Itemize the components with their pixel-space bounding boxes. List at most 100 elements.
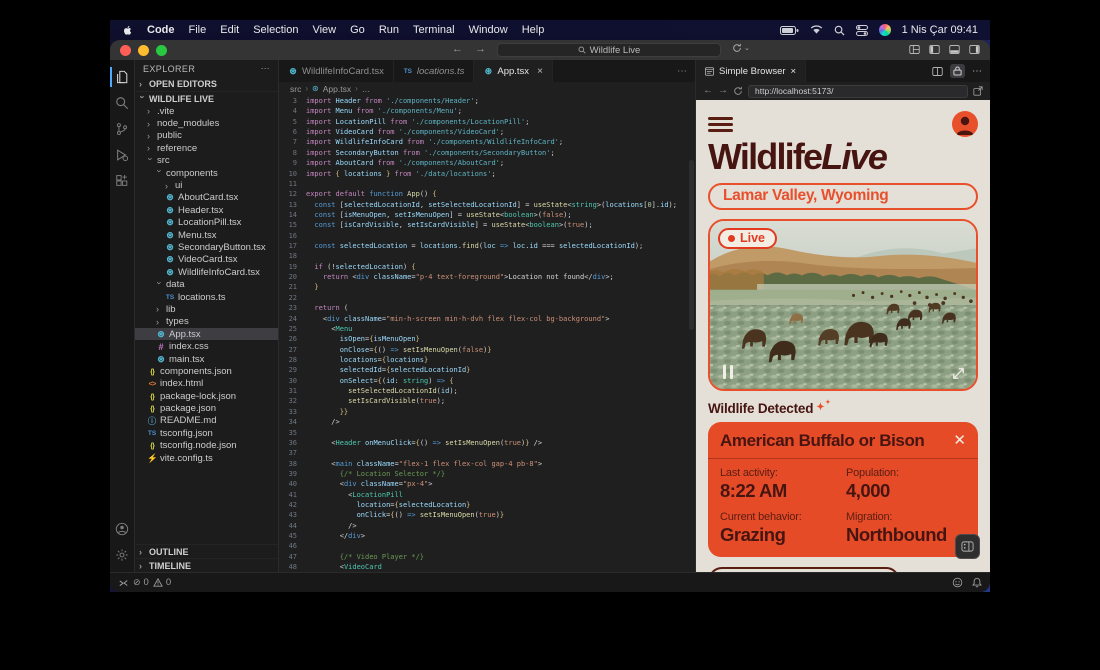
menubar-item-terminal[interactable]: Terminal: [413, 24, 455, 36]
problems-errors[interactable]: ⊘0: [133, 577, 149, 588]
browser-reload-icon[interactable]: [733, 86, 743, 96]
code-line-40[interactable]: 40 <div className="px-4">: [279, 479, 695, 489]
file-tree-item-lib[interactable]: ›lib: [135, 303, 278, 315]
file-tree-item-package-json[interactable]: {}package.json: [135, 402, 278, 414]
code-line-23[interactable]: 23 return (: [279, 303, 695, 313]
menubar-item-view[interactable]: View: [312, 24, 336, 36]
file-tree-item--vite[interactable]: ›.vite: [135, 105, 278, 117]
editor-tab-app-tsx[interactable]: ⊛App.tsx×: [474, 60, 553, 82]
code-line-10[interactable]: 10import { locations } from './data/loca…: [279, 169, 695, 179]
code-line-36[interactable]: 36 <Header onMenuClick={() => setIsMenuO…: [279, 438, 695, 448]
code-line-11[interactable]: 11: [279, 179, 695, 189]
file-tree-item-locationpill-tsx[interactable]: ⊛LocationPill.tsx: [135, 217, 278, 229]
explorer-view-icon[interactable]: [110, 64, 135, 90]
timeline-section[interactable]: ›TIMELINE: [135, 558, 278, 572]
siri-icon[interactable]: [879, 24, 891, 36]
search-view-icon[interactable]: [110, 90, 135, 116]
lock-icon[interactable]: [950, 64, 965, 78]
control-center-icon[interactable]: [856, 25, 868, 36]
code-line-38[interactable]: 38 <main className="flex-1 flex flex-col…: [279, 459, 695, 469]
code-line-42[interactable]: 42 location={selectedLocation}: [279, 500, 695, 510]
accounts-icon[interactable]: [110, 516, 135, 542]
file-tree-item-videocard-tsx[interactable]: ⊛VideoCard.tsx: [135, 254, 278, 266]
file-tree-item-menu-tsx[interactable]: ⊛Menu.tsx: [135, 229, 278, 241]
code-line-16[interactable]: 16: [279, 231, 695, 241]
editor-tab-wildlifeinfocard-tsx[interactable]: ⊛WildlifeInfoCard.tsx: [279, 60, 394, 82]
menubar-item-code[interactable]: Code: [147, 24, 175, 36]
close-window-button[interactable]: [120, 45, 131, 56]
spotlight-icon[interactable]: [834, 25, 845, 36]
file-tree-item-header-tsx[interactable]: ⊛Header.tsx: [135, 204, 278, 216]
code-line-30[interactable]: 30 onSelect={(id: string) => {: [279, 376, 695, 386]
code-line-41[interactable]: 41 <LocationPill: [279, 490, 695, 500]
code-line-35[interactable]: 35: [279, 428, 695, 438]
code-line-21[interactable]: 21 }: [279, 282, 695, 292]
simple-browser-tab[interactable]: Simple Browser ×: [696, 60, 806, 82]
menubar-item-window[interactable]: Window: [469, 24, 508, 36]
live-video-card[interactable]: Live: [708, 219, 978, 391]
code-line-8[interactable]: 8import SecondaryButton from './componen…: [279, 148, 695, 158]
file-tree-item-readme-md[interactable]: ⓘREADME.md: [135, 415, 278, 427]
code-line-14[interactable]: 14 const [isMenuOpen, setIsMenuOpen] = u…: [279, 210, 695, 220]
expand-video-icon[interactable]: [951, 366, 966, 381]
settings-gear-icon[interactable]: [110, 542, 135, 568]
code-line-29[interactable]: 29 selectedId={selectedLocationId}: [279, 365, 695, 375]
code-line-7[interactable]: 7import WildlifeInfoCard from './compone…: [279, 137, 695, 147]
remote-indicator[interactable]: [118, 578, 129, 588]
outline-section[interactable]: ›OUTLINE: [135, 544, 278, 558]
workspace-root[interactable]: ›WILDLIFE LIVE: [135, 91, 278, 105]
menubar-item-edit[interactable]: Edit: [220, 24, 239, 36]
code-line-4[interactable]: 4import Menu from './components/Menu';: [279, 106, 695, 116]
menubar-item-selection[interactable]: Selection: [253, 24, 298, 36]
toggle-primary-sidebar-icon[interactable]: [929, 44, 940, 55]
navigate-forward-button[interactable]: →: [475, 43, 486, 55]
code-line-39[interactable]: 39 {/* Location Selector */}: [279, 469, 695, 479]
avatar[interactable]: [952, 111, 978, 137]
editor-more-actions-icon[interactable]: ⋯: [677, 66, 695, 77]
code-line-47[interactable]: 47 {/* Video Player */}: [279, 552, 695, 562]
wifi-icon[interactable]: [810, 25, 823, 35]
code-line-22[interactable]: 22: [279, 293, 695, 303]
close-tab-icon[interactable]: ×: [537, 66, 543, 77]
code-line-5[interactable]: 5import LocationPill from './components/…: [279, 117, 695, 127]
customize-layout-icon[interactable]: [909, 44, 920, 55]
menubar-item-file[interactable]: File: [189, 24, 207, 36]
split-editor-icon[interactable]: [932, 66, 943, 77]
file-tree-item-data[interactable]: ›data: [135, 278, 278, 290]
code-line-17[interactable]: 17 const selectedLocation = locations.fi…: [279, 241, 695, 251]
code-line-25[interactable]: 25 <Menu: [279, 324, 695, 334]
toggle-panel-icon[interactable]: [949, 44, 960, 55]
code-line-43[interactable]: 43 onClick={() => setIsMenuOpen(true)}: [279, 510, 695, 520]
menubar-item-run[interactable]: Run: [379, 24, 399, 36]
zoom-window-button[interactable]: [156, 45, 167, 56]
extensions-icon[interactable]: [110, 168, 135, 194]
file-tree-item-components-json[interactable]: {}components.json: [135, 365, 278, 377]
file-tree-item-types[interactable]: ›types: [135, 316, 278, 328]
code-line-13[interactable]: 13 const [selectedLocationId, setSelecte…: [279, 200, 695, 210]
file-tree-item-reference[interactable]: ›reference: [135, 142, 278, 154]
file-tree-item-wildlifeinfocard-tsx[interactable]: ⊛WildlifeInfoCard.tsx: [135, 266, 278, 278]
code-line-9[interactable]: 9import AboutCard from './components/Abo…: [279, 158, 695, 168]
code-line-3[interactable]: 3import Header from './components/Header…: [279, 96, 695, 106]
floating-layout-button[interactable]: [955, 534, 980, 559]
file-tree-item-src[interactable]: ›src: [135, 155, 278, 167]
code-line-44[interactable]: 44 />: [279, 521, 695, 531]
file-tree-item-app-tsx[interactable]: ⊛App.tsx: [135, 328, 278, 340]
code-line-34[interactable]: 34 />: [279, 417, 695, 427]
code-line-32[interactable]: 32 setIsCardVisible(true);: [279, 396, 695, 406]
explorer-actions-icon[interactable]: ⋯: [261, 63, 270, 74]
file-tree-item-components[interactable]: ›components: [135, 167, 278, 179]
code-line-12[interactable]: 12export default function App() {: [279, 189, 695, 199]
file-tree-item-locations-ts[interactable]: TSlocations.ts: [135, 291, 278, 303]
code-line-24[interactable]: 24 <div className="min-h-screen min-h-dv…: [279, 314, 695, 324]
open-editors-section[interactable]: ›OPEN EDITORS: [135, 77, 278, 91]
code-line-26[interactable]: 26 isOpen={isMenuOpen}: [279, 334, 695, 344]
url-input[interactable]: http://localhost:5173/: [748, 85, 968, 98]
close-tab-icon[interactable]: ×: [791, 66, 797, 77]
editor-scrollbar[interactable]: [689, 160, 694, 330]
file-tree-item-ui[interactable]: ›ui: [135, 179, 278, 191]
minimize-window-button[interactable]: [138, 45, 149, 56]
problems-warnings[interactable]: 0: [153, 577, 171, 588]
menubar-item-help[interactable]: Help: [522, 24, 545, 36]
run-debug-icon[interactable]: [110, 142, 135, 168]
